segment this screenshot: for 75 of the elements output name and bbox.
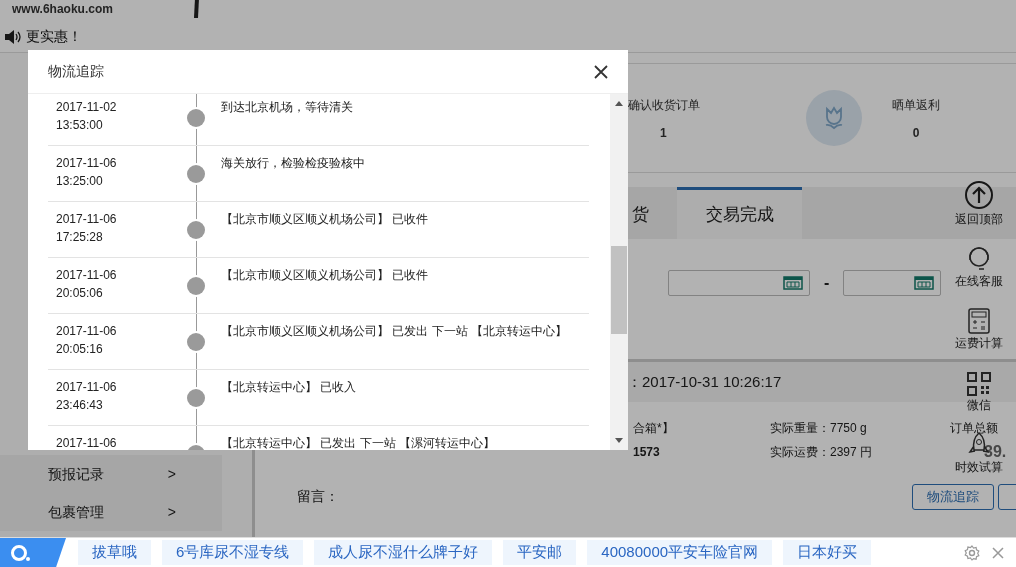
scrollbar-thumb[interactable] [611,246,627,334]
event-text: 到达北京机场，等待清关 [221,99,353,116]
tracking-button[interactable]: 物流追踪 [912,484,994,510]
dialog-title: 物流追踪 [48,62,104,81]
timeline-dot [187,389,205,407]
event-text: 【北京转运中心】 已发出 下一站 【漯河转运中心】 [221,435,495,450]
event-time: 20:05:06 [56,285,104,302]
timeline-dot [187,109,205,127]
event-text: 【北京市顺义区顺义机场公司】 已发出 下一站 【北京转运中心】 [221,323,567,340]
date-field[interactable] [668,270,810,296]
speaker-icon [4,30,22,44]
close-icon[interactable] [594,64,608,79]
site-logo[interactable]: www.6haoku.com [12,2,113,16]
tool-label[interactable]: 返回顶部 [955,212,1003,226]
calendar-icon [783,276,803,290]
date-field[interactable] [843,270,942,296]
event-date: 2017-11-06 [56,379,118,396]
search-logo-icon[interactable] [0,538,66,567]
search-suggestion[interactable]: 平安邮 [503,540,577,565]
search-suggestion[interactable]: 拔草哦 [78,540,151,565]
event-text: 【北京市顺义区顺义机场公司】 已收件 [221,267,429,284]
scrollbar[interactable] [610,94,628,450]
event-date: 2017-11-06 [56,435,118,450]
search-suggestion[interactable]: 日本好买 [783,540,872,565]
order-total: 39. [984,443,1007,461]
message-label: 留言： [297,488,339,506]
sidebar-item[interactable]: 预报记录 > [0,455,176,493]
event-time: 20:05:16 [56,341,104,358]
event-time: 13:25:00 [56,173,104,190]
event-date: 2017-11-06 [56,211,118,228]
search-suggestion[interactable]: 6号库尿不湿专线 [162,540,304,565]
tool-label[interactable]: 时效试算 [955,460,1003,474]
timeline-dot [187,333,205,351]
event-text: 【北京转运中心】 已收入 [221,379,357,396]
order-time: ：2017-10-31 10:26:17 [627,372,782,392]
stat-value: 0 [912,125,920,140]
event-text: 海关放行，检验检疫验核中 [221,155,365,172]
event-date: 2017-11-06 [56,155,118,172]
logo-mark-icon [192,0,201,20]
timeline-dot [187,221,205,239]
total-label: 订单总额 [950,419,998,437]
status-tab[interactable]: 货 [632,187,677,239]
calculator-icon [968,308,990,334]
sidebar-item[interactable]: 包裹管理 > [0,493,176,531]
flower-icon [806,90,862,146]
event-time: 13:53:00 [56,117,104,134]
event-text: 【北京市顺义区顺义机场公司】 已收件 [221,211,429,228]
stat-label: 晒单返利 [892,96,940,114]
range-separator: - [824,274,830,292]
calendar-icon [914,276,935,290]
tracking-number: 1573 [633,445,661,459]
timeline-dot [187,277,205,295]
settings-icon[interactable] [964,544,980,561]
status-tab[interactable]: 交易完成 [677,187,802,239]
event-time: 17:25:28 [56,229,104,246]
event-date: 2017-11-06 [56,323,118,340]
event-time: 23:46:43 [56,397,104,414]
actual-weight: 实际重量：7750 g [770,419,868,437]
scroll-up-icon[interactable] [615,100,623,106]
actual-freight: 实际运费：2397 円 [770,443,874,461]
stat-value: 1 [660,125,667,140]
back-to-top-icon [964,180,994,210]
qr-code-icon [967,372,991,396]
tool-label[interactable]: 运费计算 [955,336,1003,350]
notice-text: 更实惠！ [26,28,82,46]
box-note: 合箱*】 [633,419,675,437]
event-date: 2017-11-02 [56,99,118,116]
tool-label[interactable]: 在线客服 [955,274,1003,288]
search-suggestion[interactable]: 成人尿不湿什么牌子好 [314,540,493,565]
search-suggestion[interactable]: 40080000平安车险官网 [587,540,773,565]
event-date: 2017-11-06 [56,267,118,284]
timeline-dot [187,165,205,183]
scroll-down-icon[interactable] [615,438,623,444]
stat-label: 确认收货订单 [628,96,700,114]
tool-label[interactable]: 微信 [967,398,991,412]
